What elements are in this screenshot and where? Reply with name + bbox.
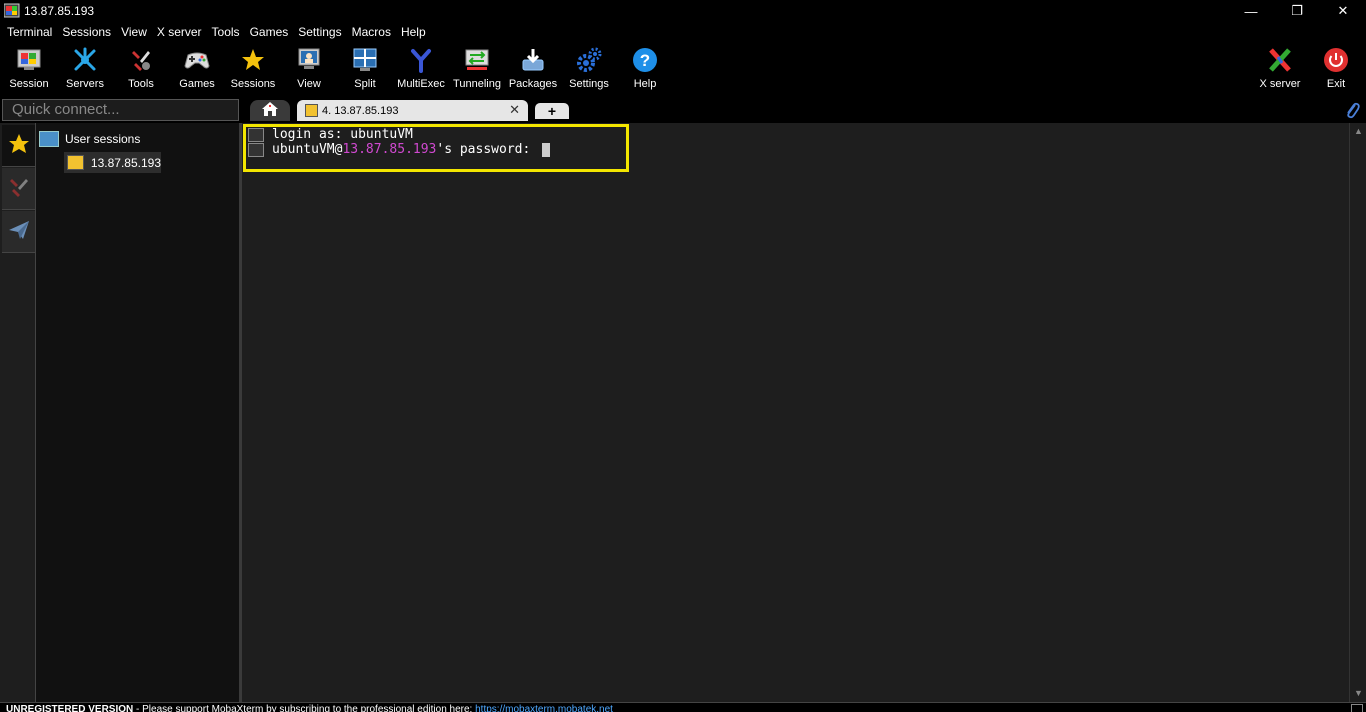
sessions-panel: User sessions 13.87.85.193 — [36, 123, 239, 702]
ssh-session-icon — [67, 155, 84, 170]
gamepad-icon — [183, 46, 211, 74]
menu-games[interactable]: Games — [245, 22, 294, 42]
status-message: - Please support MobaXterm by subscribin… — [133, 704, 476, 712]
minimize-button[interactable]: — — [1228, 0, 1274, 22]
session-item[interactable]: 13.87.85.193 — [64, 152, 161, 173]
close-window-button[interactable]: ✕ — [1320, 0, 1366, 22]
user-sessions-label: User sessions — [65, 132, 141, 146]
menu-macros[interactable]: Macros — [347, 22, 396, 42]
menu-sessions[interactable]: Sessions — [57, 22, 116, 42]
session-tab-label: 4. 13.87.85.193 — [322, 104, 399, 117]
user-folder-icon — [39, 131, 59, 147]
send-icon — [8, 219, 30, 244]
tools-icon — [127, 46, 155, 74]
menu-view[interactable]: View — [116, 22, 152, 42]
status-bar: UNREGISTERED VERSION - Please support Mo… — [0, 702, 1366, 712]
scroll-down-arrow-icon[interactable]: ▼ — [1354, 689, 1363, 698]
sessions-button[interactable]: Sessions — [225, 44, 281, 94]
exit-button[interactable]: Exit — [1308, 44, 1364, 94]
multiexec-icon — [407, 46, 435, 74]
tools-button-label: Tools — [128, 78, 154, 90]
servers-button-label: Servers — [66, 78, 104, 90]
tab-bar: 4. 13.87.85.193 ✕ + — [242, 98, 1366, 122]
quick-connect-input[interactable]: Quick connect... — [2, 99, 239, 121]
session-button-label: Session — [9, 78, 49, 90]
settings-button[interactable]: Settings — [561, 44, 617, 94]
close-tab-button[interactable]: ✕ — [509, 102, 520, 118]
power-icon — [1322, 46, 1350, 74]
help-button-label: Help — [633, 78, 657, 90]
packages-button[interactable]: Packages — [505, 44, 561, 94]
split-icon — [351, 46, 379, 74]
gears-icon — [575, 46, 603, 74]
paperclip-icon[interactable] — [1344, 101, 1360, 122]
xserver-button[interactable]: X server — [1252, 44, 1308, 94]
exit-button-label: Exit — [1326, 78, 1346, 90]
ssh-session-icon — [305, 104, 318, 117]
view-button-label: View — [297, 78, 321, 90]
games-button[interactable]: Games — [169, 44, 225, 94]
home-icon — [261, 101, 279, 120]
sidebar-sessions-button[interactable] — [2, 125, 35, 167]
multiexec-button-label: MultiExec — [397, 78, 445, 90]
help-button[interactable]: ? Help — [617, 44, 673, 94]
tools-button[interactable]: Tools — [113, 44, 169, 94]
menu-help[interactable]: Help — [396, 22, 431, 42]
maximize-button[interactable]: ❐ — [1274, 0, 1320, 22]
help-icon: ? — [631, 46, 659, 74]
window-controls: — ❐ ✕ — [1228, 0, 1366, 22]
window-title: 13.87.85.193 — [24, 4, 95, 18]
settings-button-label: Settings — [569, 78, 609, 90]
status-corner-icon — [1351, 704, 1363, 712]
svg-text:?: ? — [640, 51, 650, 70]
menu-tools[interactable]: Tools — [207, 22, 245, 42]
tunneling-button[interactable]: Tunneling — [449, 44, 505, 94]
mobaxterm-logo-icon — [3, 3, 20, 19]
tools-icon — [8, 176, 30, 201]
tunneling-button-label: Tunneling — [453, 78, 501, 90]
home-tab[interactable] — [250, 100, 290, 121]
main-toolbar: Session Servers Tools Games Sessions Vie… — [0, 42, 1366, 96]
mobatek-link[interactable]: https://mobaxterm.mobatek.net — [475, 704, 613, 712]
highlight-annotation — [243, 124, 629, 172]
xserver-button-label: X server — [1259, 78, 1301, 90]
menu-xserver[interactable]: X server — [152, 22, 207, 42]
servers-icon — [71, 46, 99, 74]
packages-button-label: Packages — [508, 78, 558, 90]
packages-icon — [519, 46, 547, 74]
unregistered-label: UNREGISTERED VERSION — [6, 704, 134, 712]
split-button[interactable]: Split — [337, 44, 393, 94]
menu-settings[interactable]: Settings — [293, 22, 346, 42]
sidebar-strip — [0, 123, 36, 702]
menu-bar: Terminal Sessions View X server Tools Ga… — [0, 22, 1366, 42]
new-tab-button[interactable]: + — [535, 103, 569, 119]
star-icon — [239, 46, 267, 74]
multiexec-button[interactable]: MultiExec — [393, 44, 449, 94]
menu-terminal[interactable]: Terminal — [2, 22, 57, 42]
session-tab[interactable]: 4. 13.87.85.193 ✕ — [297, 100, 528, 121]
session-icon — [15, 46, 43, 74]
split-button-label: Split — [354, 78, 376, 90]
session-button[interactable]: Session — [1, 44, 57, 94]
sessions-button-label: Sessions — [230, 78, 276, 90]
sidebar-macros-button[interactable] — [2, 211, 35, 253]
scroll-up-arrow-icon[interactable]: ▲ — [1354, 127, 1363, 136]
session-item-label: 13.87.85.193 — [90, 155, 161, 170]
title-bar: 13.87.85.193 — ❐ ✕ — [0, 0, 1366, 22]
tunneling-icon — [463, 46, 491, 74]
games-button-label: Games — [179, 78, 215, 90]
sidebar-tools-button[interactable] — [2, 168, 35, 210]
terminal-area[interactable]: login as: ubuntuVM ubuntuVM@ 13.87.85.193… — [242, 123, 1349, 702]
servers-button[interactable]: Servers — [57, 44, 113, 94]
view-button[interactable]: View — [281, 44, 337, 94]
user-sessions-folder[interactable]: User sessions — [39, 131, 140, 147]
terminal-scrollbar[interactable]: ▲ ▼ — [1349, 123, 1366, 702]
xserver-icon — [1266, 46, 1294, 74]
star-icon — [8, 133, 30, 158]
view-icon — [295, 46, 323, 74]
